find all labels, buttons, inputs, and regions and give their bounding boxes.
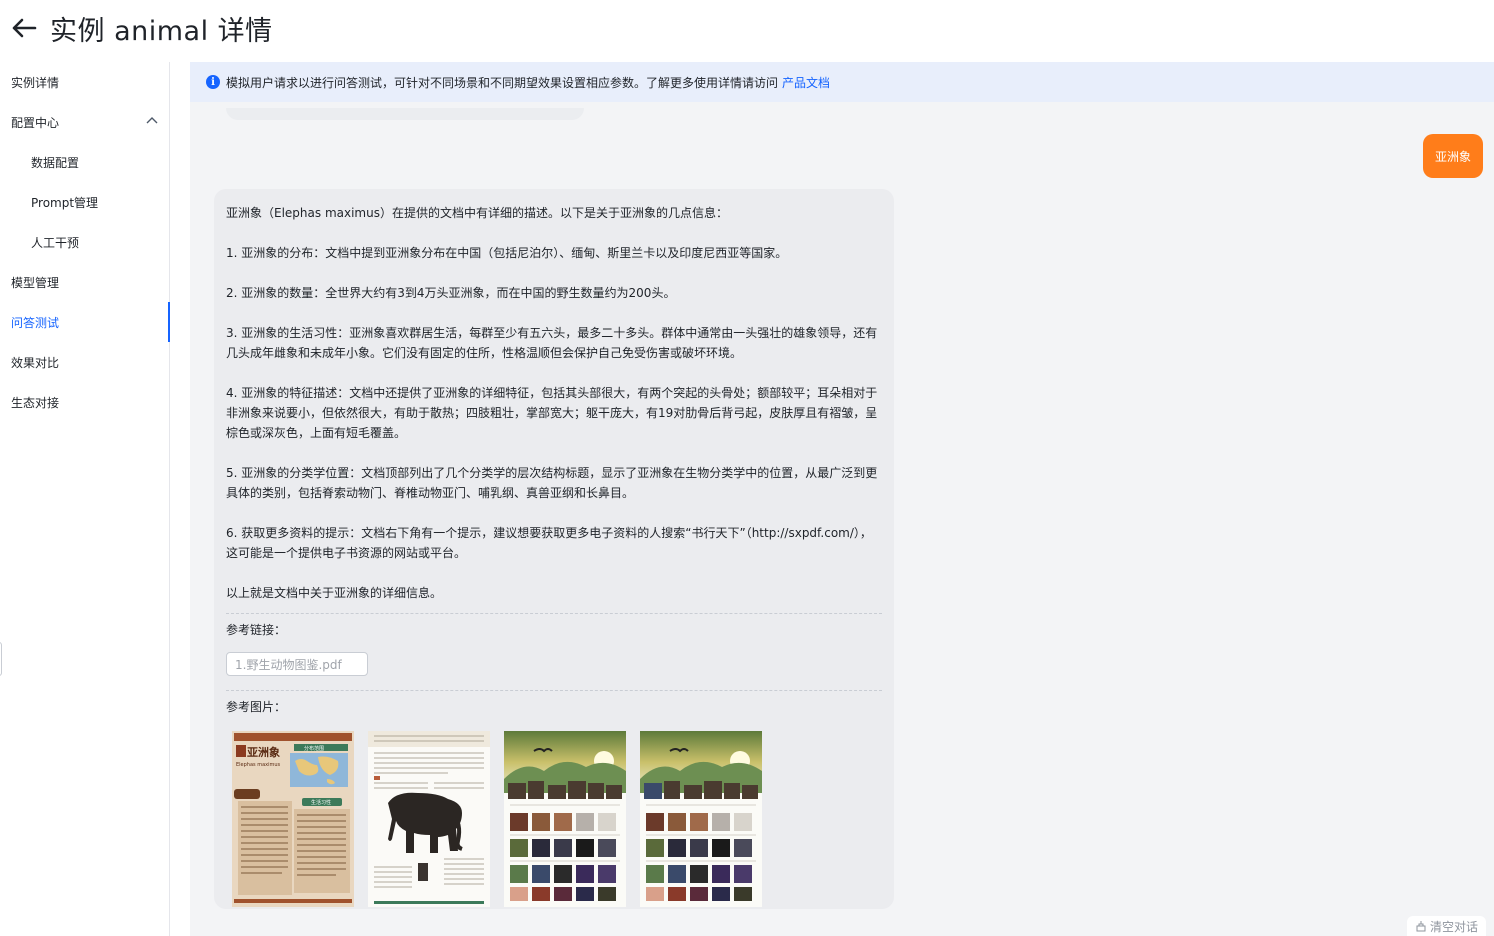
divider <box>226 690 882 691</box>
sidebar-item-label: 效果对比 <box>11 355 60 370</box>
sidebar-item-qa-test[interactable]: 问答测试 <box>0 302 170 342</box>
sidebar-item-effect-compare[interactable]: 效果对比 <box>0 342 169 382</box>
ref-image-1[interactable]: 亚洲象 Elephas maximus 分布范围 生活习性 <box>232 731 354 907</box>
divider <box>226 613 882 614</box>
sidebar-item-manual-intervention[interactable]: 人工干预 <box>0 222 169 262</box>
answer-card: 亚洲象（Elephas maximus）在提供的文档中有详细的描述。以下是关于亚… <box>214 189 894 909</box>
ref-links-label: 参考链接： <box>226 623 287 637</box>
sidebar-item-label: 模型管理 <box>11 275 60 290</box>
page-header: 实例 animal 详情 <box>0 0 1494 56</box>
clear-chat-label: 清空对话 <box>1429 919 1478 934</box>
sidebar-item-label: 配置中心 <box>11 115 60 130</box>
ref-link-chip[interactable]: 1.野生动物图鉴.pdf <box>226 652 368 676</box>
previous-message-card <box>226 108 584 120</box>
answer-paragraph: 亚洲象（Elephas maximus）在提供的文档中有详细的描述。以下是关于亚… <box>226 206 728 220</box>
sidebar-item-data-config[interactable]: 数据配置 <box>0 142 169 182</box>
answer-paragraph: 1. 亚洲象的分布：文档中提到亚洲象分布在中国（包括尼泊尔）、缅甸、斯里兰卡以及… <box>226 246 788 260</box>
page-title: 实例 animal 详情 <box>50 15 273 47</box>
svg-text:分布范围: 分布范围 <box>304 745 324 752</box>
answer-paragraph: 2. 亚洲象的数量：全世界大约有3到4万头亚洲象，而在中国的野生数量约为200头… <box>226 286 676 300</box>
sidebar-resize-handle[interactable] <box>0 642 2 676</box>
broom-icon <box>1416 921 1426 932</box>
answer-text: 亚洲象（Elephas maximus）在提供的文档中有详细的描述。以下是关于亚… <box>226 203 882 603</box>
info-icon: i <box>206 75 220 89</box>
sidebar-item-config-center[interactable]: 配置中心 <box>0 102 169 142</box>
document-page-thumbnail <box>504 731 626 907</box>
sidebar-item-prompt-manage[interactable]: Prompt管理 <box>0 182 169 222</box>
sidebar-item-label: 生态对接 <box>11 395 60 410</box>
svg-text:生活习性: 生活习性 <box>311 799 331 806</box>
product-docs-link[interactable]: 产品文档 <box>782 74 830 91</box>
sidebar-item-label: Prompt管理 <box>31 195 99 210</box>
back-button[interactable] <box>8 12 40 44</box>
ref-image-2[interactable] <box>368 731 490 907</box>
sidebar-item-label: 问答测试 <box>11 315 60 330</box>
answer-paragraph: 3. 亚洲象的生活习性：亚洲象喜欢群居生活，每群至少有五六头，最多二十多头。群体… <box>226 326 878 360</box>
ref-images-label: 参考图片： <box>226 700 287 714</box>
svg-text:亚洲象: 亚洲象 <box>247 745 280 759</box>
sidebar-item-label: 实例详情 <box>11 75 60 90</box>
document-page-thumbnail: 亚洲象 Elephas maximus 分布范围 生活习性 <box>232 731 354 907</box>
sidebar-item-model-manage[interactable]: 模型管理 <box>0 262 169 302</box>
arrow-left-icon <box>12 18 37 38</box>
sidebar-item-instance-detail[interactable]: 实例详情 <box>0 62 169 102</box>
user-message-bubble: 亚洲象 <box>1422 134 1483 178</box>
sidebar-item-ecosystem[interactable]: 生态对接 <box>0 382 169 422</box>
answer-paragraph: 5. 亚洲象的分类学位置：文档顶部列出了几个分类学的层次结构标题，显示了亚洲象在… <box>226 466 878 500</box>
ref-images: 亚洲象 Elephas maximus 分布范围 生活习性 <box>232 731 882 907</box>
sidebar-item-label: 人工干预 <box>31 235 80 250</box>
sidebar-item-label: 数据配置 <box>31 155 80 170</box>
info-text: 模拟用户请求以进行问答测试，可针对不同场景和不同期望效果设置相应参数。了解更多使… <box>226 75 779 90</box>
answer-paragraph: 以上就是文档中关于亚洲象的详细信息。 <box>226 586 443 600</box>
info-banner: i 模拟用户请求以进行问答测试，可针对不同场景和不同期望效果设置相应参数。了解更… <box>190 62 1494 102</box>
answer-paragraph: 6. 获取更多资料的提示：文档右下角有一个提示，建议想要获取更多电子资料的人搜索… <box>226 526 872 560</box>
clear-chat-button[interactable]: 清空对话 <box>1406 916 1486 936</box>
sidebar-nav: 实例详情 配置中心 数据配置 Prompt管理 人工干预 模型管理 问答测试 效… <box>0 62 170 936</box>
chevron-up-icon <box>146 117 158 124</box>
document-page-thumbnail <box>640 731 762 907</box>
answer-paragraph: 4. 亚洲象的特征描述：文档中还提供了亚洲象的详细特征，包括其头部很大，有两个突… <box>226 386 878 440</box>
svg-text:Elephas maximus: Elephas maximus <box>236 762 281 768</box>
chat-area: i 模拟用户请求以进行问答测试，可针对不同场景和不同期望效果设置相应参数。了解更… <box>190 62 1494 936</box>
ref-image-3[interactable] <box>504 731 626 907</box>
ref-image-4[interactable] <box>640 731 762 907</box>
document-page-thumbnail <box>368 731 490 907</box>
